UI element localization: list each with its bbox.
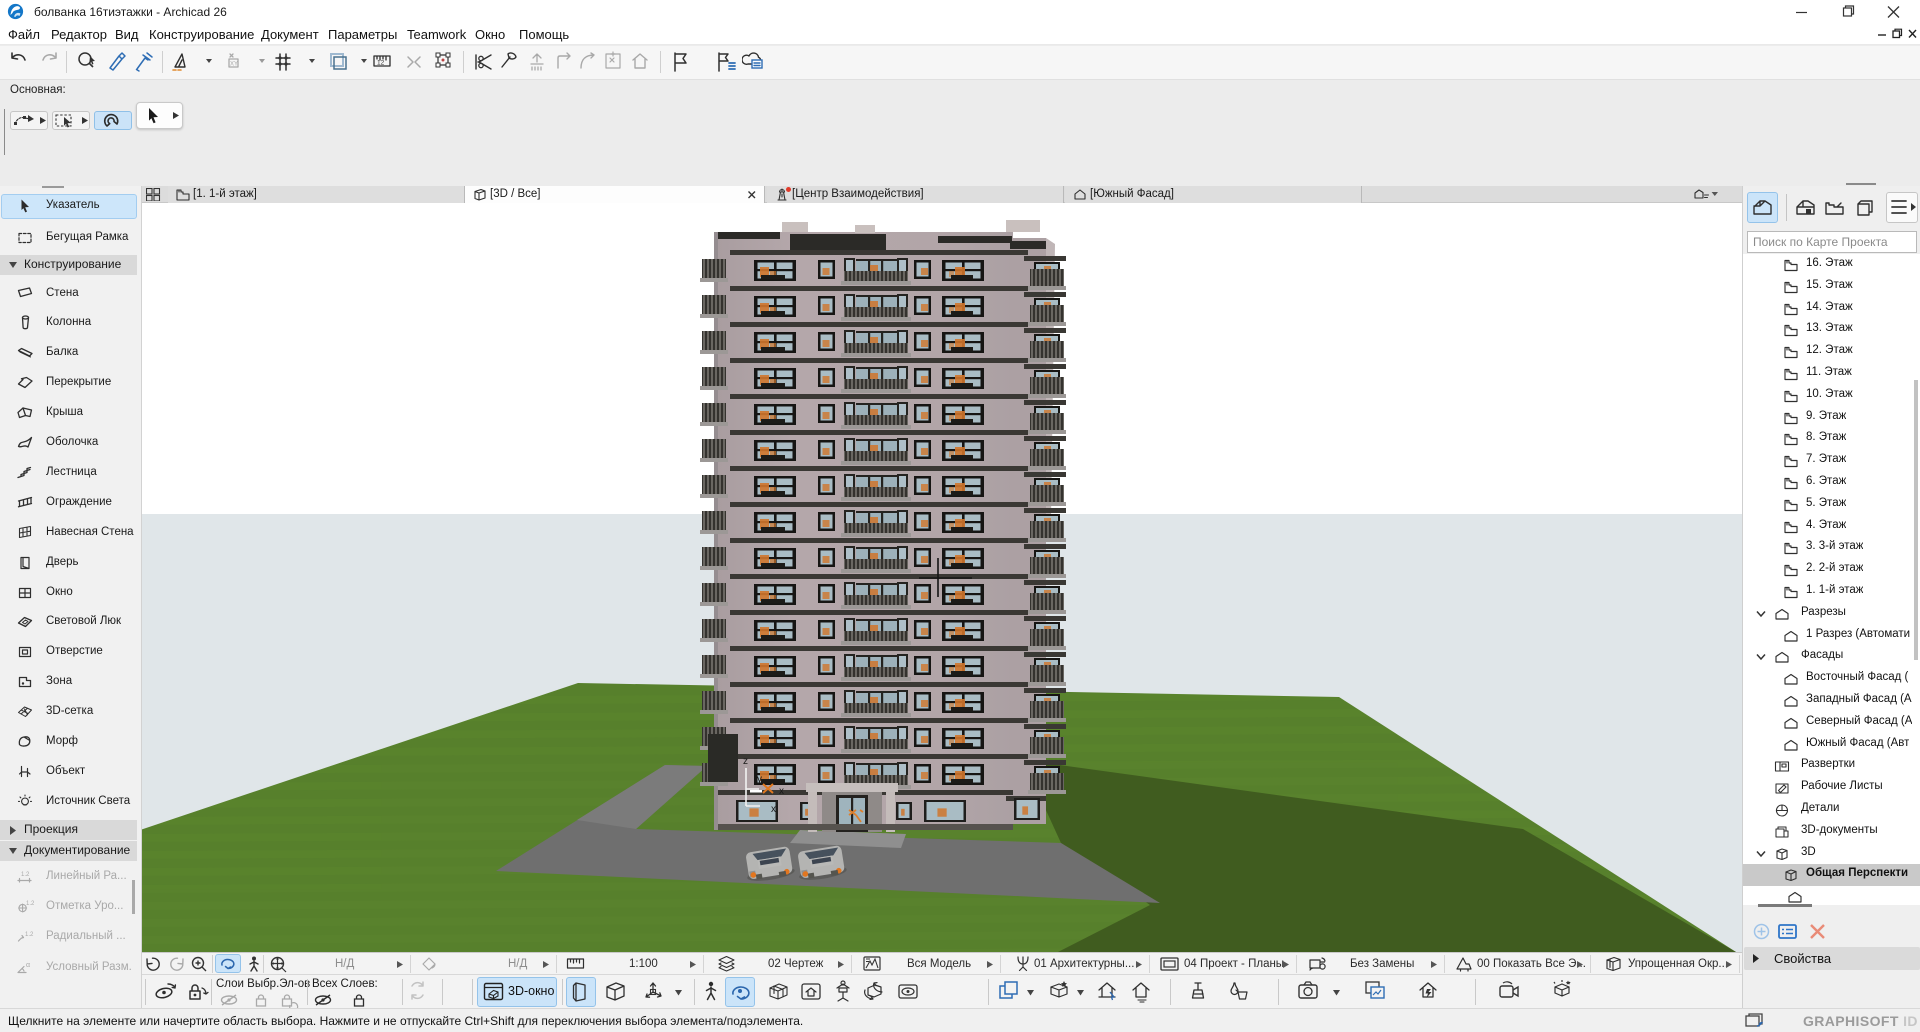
svg-text:z: z xyxy=(743,756,748,767)
svg-text:α: α xyxy=(26,962,30,969)
svg-text:y: y xyxy=(757,774,762,785)
svg-text:x: x xyxy=(779,786,784,797)
svg-text:x: x xyxy=(771,804,776,815)
svg-text:XY: XY xyxy=(230,62,238,68)
svg-text:1.2: 1.2 xyxy=(25,932,34,938)
svg-text:12: 12 xyxy=(377,60,385,67)
svg-text:1.2: 1.2 xyxy=(21,872,30,878)
svg-text:1.2: 1.2 xyxy=(26,901,34,907)
